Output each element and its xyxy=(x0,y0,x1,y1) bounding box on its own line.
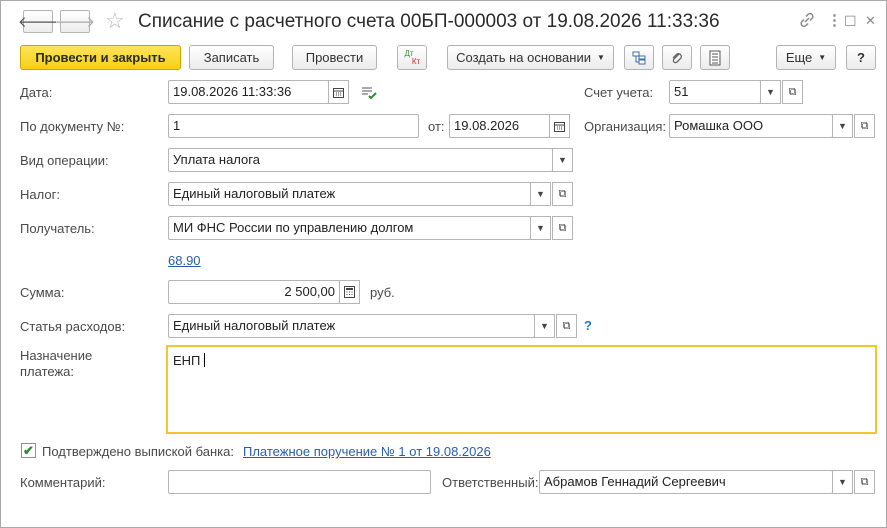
chevron-down-icon: ▼ xyxy=(818,53,827,62)
doc-date-calendar-button[interactable] xyxy=(549,114,570,138)
window-title: Списание с расчетного счета 00БП-000003 … xyxy=(138,11,720,32)
doc-number-label: По документу №: xyxy=(20,119,125,134)
responsible-input[interactable]: Абрамов Геннадий Сергеевич xyxy=(539,470,833,494)
expense-dropdown-button[interactable]: ▼ xyxy=(534,314,555,338)
recipient-label: Получатель: xyxy=(20,221,95,236)
link-icon[interactable] xyxy=(798,11,816,29)
hierarchy-icon xyxy=(632,51,646,64)
open-icon: ⧉ xyxy=(788,85,797,98)
back-button[interactable]: 🡐 xyxy=(18,10,58,33)
purpose-textarea[interactable]: ЕНП xyxy=(166,345,877,434)
recipient-account-link[interactable]: 68.90 xyxy=(168,253,201,269)
open-icon: ⧉ xyxy=(562,319,571,332)
operation-label: Вид операции: xyxy=(20,153,109,168)
responsible-open-button[interactable]: ⧉ xyxy=(854,470,875,494)
open-icon: ⧉ xyxy=(558,221,567,234)
recipient-input[interactable]: МИ ФНС России по управлению долгом xyxy=(168,216,531,240)
operation-dropdown-button[interactable]: ▼ xyxy=(552,148,573,172)
open-icon: ⧉ xyxy=(558,187,567,200)
chevron-down-icon: ▼ xyxy=(838,121,847,131)
doc-date-input[interactable]: 19.08.2026 xyxy=(449,114,550,138)
more-button[interactable]: Еще ▼ xyxy=(776,45,836,70)
organization-dropdown-button[interactable]: ▼ xyxy=(832,114,853,138)
responsible-dropdown-button[interactable]: ▼ xyxy=(832,470,853,494)
forward-button[interactable]: 🡒 xyxy=(55,10,95,33)
recipient-open-button[interactable]: ⧉ xyxy=(552,216,573,240)
comment-label: Комментарий: xyxy=(20,475,106,490)
create-based-on-button[interactable]: Создать на основании ▼ xyxy=(447,45,614,70)
tax-label: Налог: xyxy=(20,187,60,202)
tax-input[interactable]: Единый налоговый платеж xyxy=(168,182,531,206)
responsible-label: Ответственный: xyxy=(442,475,539,490)
calculator-icon xyxy=(344,286,355,298)
report-button[interactable] xyxy=(700,45,730,70)
organization-open-button[interactable]: ⧉ xyxy=(854,114,875,138)
confirmed-checkbox[interactable]: ✔ xyxy=(21,443,36,458)
attach-button[interactable] xyxy=(662,45,692,70)
purpose-label: Назначение платежа: xyxy=(20,348,93,379)
favorite-star-icon[interactable]: ☆ xyxy=(105,9,125,33)
chevron-down-icon: ▼ xyxy=(766,87,775,97)
tax-open-button[interactable]: ⧉ xyxy=(552,182,573,206)
chevron-down-icon: ▼ xyxy=(536,223,545,233)
expense-open-button[interactable]: ⧉ xyxy=(556,314,577,338)
dt-kt-button[interactable]: Дт Кт xyxy=(397,45,427,70)
sum-label: Сумма: xyxy=(20,285,65,300)
expense-label: Статья расходов: xyxy=(20,319,126,334)
payment-order-link[interactable]: Платежное поручение № 1 от 19.08.2026 xyxy=(243,444,491,460)
checkmark-icon: ✔ xyxy=(23,442,34,458)
posted-status-icon[interactable] xyxy=(361,86,377,100)
write-button[interactable]: Записать xyxy=(189,45,274,70)
recipient-dropdown-button[interactable]: ▼ xyxy=(530,216,551,240)
maximize-icon[interactable]: ☐ xyxy=(844,11,857,31)
more-vertical-icon[interactable]: ⋮ xyxy=(827,11,842,31)
arrow-right-icon: 🡒 xyxy=(54,14,96,31)
chevron-down-icon: ▼ xyxy=(540,321,549,331)
arrow-left-icon: 🡐 xyxy=(17,14,59,31)
sum-calculator-button[interactable] xyxy=(339,280,360,304)
help-button[interactable]: ? xyxy=(846,45,876,70)
create-based-on-label: Создать на основании xyxy=(456,50,591,65)
sum-input[interactable]: 2 500,00 xyxy=(168,280,340,304)
chevron-down-icon: ▼ xyxy=(838,477,847,487)
paperclip-icon xyxy=(672,52,682,63)
doc-number-input[interactable]: 1 xyxy=(168,114,419,138)
comment-input[interactable] xyxy=(168,470,431,494)
tax-dropdown-button[interactable]: ▼ xyxy=(530,182,551,206)
open-icon: ⧉ xyxy=(860,475,869,488)
close-icon[interactable]: ✕ xyxy=(865,11,876,31)
chevron-down-icon: ▼ xyxy=(536,189,545,199)
account-open-button[interactable]: ⧉ xyxy=(782,80,803,104)
date-input[interactable]: 19.08.2026 11:33:36 xyxy=(168,80,329,104)
calendar-icon xyxy=(554,121,565,132)
currency-label: руб. xyxy=(370,285,395,300)
organization-label: Организация: xyxy=(584,119,667,134)
open-icon: ⧉ xyxy=(860,119,869,132)
chevron-down-icon: ▼ xyxy=(558,155,567,165)
expense-help-icon[interactable]: ? xyxy=(584,318,592,334)
text-caret xyxy=(204,353,206,367)
kt-label: Кт xyxy=(411,56,421,66)
more-label: Еще xyxy=(785,50,813,65)
chevron-down-icon: ▼ xyxy=(596,53,605,62)
account-dropdown-button[interactable]: ▼ xyxy=(760,80,781,104)
post-and-close-button[interactable]: Провести и закрыть xyxy=(20,45,181,70)
calendar-icon xyxy=(333,87,344,98)
organization-input[interactable]: Ромашка ООО xyxy=(669,114,833,138)
doc-from-label: от: xyxy=(428,119,445,134)
structure-button[interactable] xyxy=(624,45,654,70)
post-button[interactable]: Провести xyxy=(292,45,377,70)
purpose-text: ЕНП xyxy=(173,353,201,368)
document-list-icon xyxy=(709,50,721,65)
confirmed-label: Подтверждено выпиской банка: xyxy=(42,444,234,459)
date-label: Дата: xyxy=(20,85,53,100)
account-input[interactable]: 51 xyxy=(669,80,761,104)
document-window: 🡐 🡒 ☆ Списание с расчетного счета 00БП-0… xyxy=(0,0,887,528)
expense-input[interactable]: Единый налоговый платеж xyxy=(168,314,535,338)
date-calendar-button[interactable] xyxy=(328,80,349,104)
account-label: Счет учета: xyxy=(584,85,654,100)
operation-input[interactable]: Уплата налога xyxy=(168,148,553,172)
